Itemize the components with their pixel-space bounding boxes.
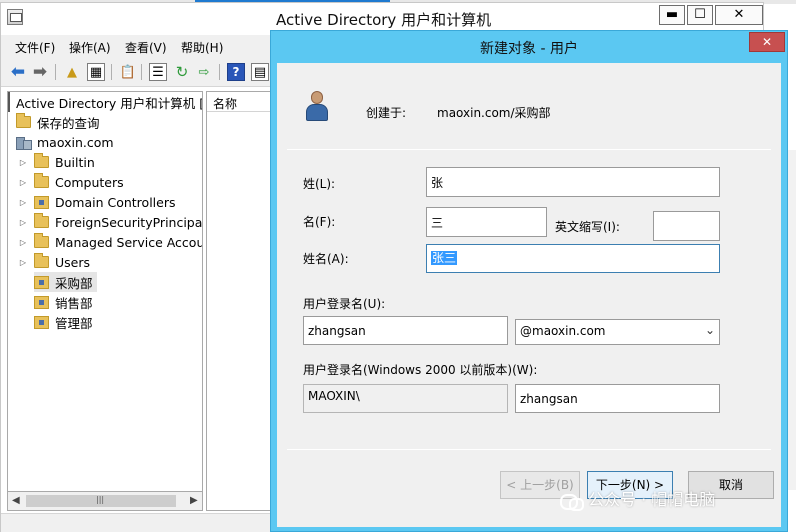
list-icon[interactable]: ☰ [149, 63, 167, 81]
expand-arrow-icon[interactable]: ▷ [18, 217, 28, 227]
folder-icon [16, 116, 31, 128]
refresh-icon[interactable]: ↻ [173, 63, 191, 81]
menu-file[interactable]: 文件(F) [15, 39, 55, 56]
list-pane: 名称 [206, 91, 276, 511]
clipboard-icon[interactable]: 📋 [119, 63, 137, 81]
legacy-logon-input[interactable] [515, 384, 720, 413]
first-name-label: 名(F): [303, 213, 335, 230]
separator [287, 449, 771, 450]
scrollbar-grip-icon: ||| [96, 495, 104, 504]
up-folder-icon[interactable]: ▲ [63, 63, 81, 81]
expand-arrow-icon[interactable]: ▷ [18, 257, 28, 267]
upn-suffix-select[interactable]: @maoxin.com ⌄ [515, 319, 720, 345]
tree-pane: Active Directory 用户和计算机 [w 保存的查询 maoxin.… [7, 91, 203, 511]
close-button[interactable]: ✕ [715, 5, 763, 25]
show-tree-icon[interactable]: ▦ [87, 63, 105, 81]
console-icon[interactable]: ▤ [251, 63, 269, 81]
full-name-selected-text: 张三 [431, 251, 457, 265]
menu-view[interactable]: 查看(V) [125, 39, 167, 56]
menu-action[interactable]: 操作(A) [69, 39, 111, 56]
ou-folder-icon [34, 196, 49, 209]
folder-icon [34, 256, 49, 268]
main-titlebar: Active Directory 用户和计算机 ▬ ☐ ✕ [1, 3, 763, 33]
expand-arrow-icon[interactable]: ▷ [18, 237, 28, 247]
folder-icon [34, 156, 49, 168]
scroll-right-arrow-icon[interactable]: ▶ [190, 495, 198, 506]
tree-item-domain-controllers[interactable]: ▷ Domain Controllers [18, 192, 175, 212]
tree-item-ou-sales[interactable]: 销售部 [34, 292, 93, 312]
initials-input[interactable] [653, 211, 720, 241]
legacy-domain-field: MAOXIN\ [303, 384, 508, 413]
back-arrow-icon[interactable]: ⬅ [9, 63, 27, 81]
maximize-button[interactable]: ☐ [687, 5, 713, 25]
expand-arrow-icon[interactable]: ▷ [18, 197, 28, 207]
initials-label: 英文缩写(I): [555, 218, 620, 235]
last-name-input[interactable] [426, 167, 720, 197]
tree-item-builtin[interactable]: ▷ Builtin [18, 152, 95, 172]
export-icon[interactable]: ⇨ [195, 63, 213, 81]
dialog-body: 创建于: maoxin.com/采购部 姓(L): 名(F): 英文缩写(I):… [277, 63, 781, 527]
tree-item-saved-queries[interactable]: 保存的查询 [16, 112, 100, 132]
ou-folder-icon [34, 296, 49, 309]
last-name-label: 姓(L): [303, 175, 335, 192]
folder-icon [34, 236, 49, 248]
toolbar-separator [111, 64, 112, 80]
tree-item-ou-management[interactable]: 管理部 [34, 312, 93, 332]
full-name-input[interactable]: 张三 [426, 244, 720, 273]
tree-item-users[interactable]: ▷ Users [18, 252, 90, 272]
menu-help[interactable]: 帮助(H) [181, 39, 223, 56]
toolbar-separator [219, 64, 220, 80]
full-name-label: 姓名(A): [303, 250, 349, 267]
toolbar-separator [55, 64, 56, 80]
ou-folder-icon [34, 316, 49, 329]
tree-root[interactable]: Active Directory 用户和计算机 [w [8, 92, 203, 112]
expand-arrow-icon[interactable]: ▷ [18, 157, 28, 167]
tree-item-domain[interactable]: maoxin.com [16, 132, 114, 152]
legacy-logon-label: 用户登录名(Windows 2000 以前版本)(W): [303, 361, 537, 378]
chevron-down-icon: ⌄ [705, 323, 715, 337]
watermark: 公众号 · 帽帽电脑 [560, 486, 715, 510]
scroll-left-arrow-icon[interactable]: ◀ [12, 495, 20, 506]
new-user-dialog: 新建对象 - 用户 ✕ 创建于: maoxin.com/采购部 姓(L): 名(… [270, 30, 788, 532]
tree-horizontal-scrollbar[interactable]: ◀ ||| ▶ [7, 491, 203, 511]
expand-arrow-icon[interactable]: ▷ [18, 177, 28, 187]
minimize-button[interactable]: ▬ [659, 5, 685, 25]
app-icon [7, 9, 23, 25]
help-icon[interactable]: ? [227, 63, 245, 81]
domain-icon [16, 135, 31, 149]
separator [287, 149, 771, 150]
logon-name-label: 用户登录名(U): [303, 295, 385, 312]
status-bar [1, 513, 271, 532]
dialog-close-button[interactable]: ✕ [749, 32, 785, 52]
tree-item-managed-service-accounts[interactable]: ▷ Managed Service Accour [18, 232, 203, 252]
upn-suffix-value: @maoxin.com [520, 324, 606, 338]
created-in-value: maoxin.com/采购部 [437, 104, 551, 121]
forward-arrow-icon[interactable]: ➡ [31, 63, 49, 81]
tree-item-computers[interactable]: ▷ Computers [18, 172, 124, 192]
main-window-title: Active Directory 用户和计算机 [276, 9, 491, 30]
logon-name-input[interactable] [303, 316, 508, 345]
dialog-titlebar: 新建对象 - 用户 ✕ [271, 31, 787, 61]
tree-item-ou-purchasing[interactable]: 采购部 [34, 272, 97, 292]
wechat-icon [560, 492, 582, 510]
user-icon [305, 91, 329, 123]
dialog-title: 新建对象 - 用户 [271, 38, 787, 58]
folder-icon [34, 216, 49, 228]
first-name-input[interactable] [426, 207, 547, 237]
ou-folder-icon [34, 276, 49, 289]
tree-item-foreign-security-principals[interactable]: ▷ ForeignSecurityPrincipals [18, 212, 203, 232]
folder-icon [34, 176, 49, 188]
created-in-label: 创建于: [366, 104, 406, 121]
column-header-name[interactable]: 名称 [207, 92, 275, 112]
toolbar-separator [141, 64, 142, 80]
